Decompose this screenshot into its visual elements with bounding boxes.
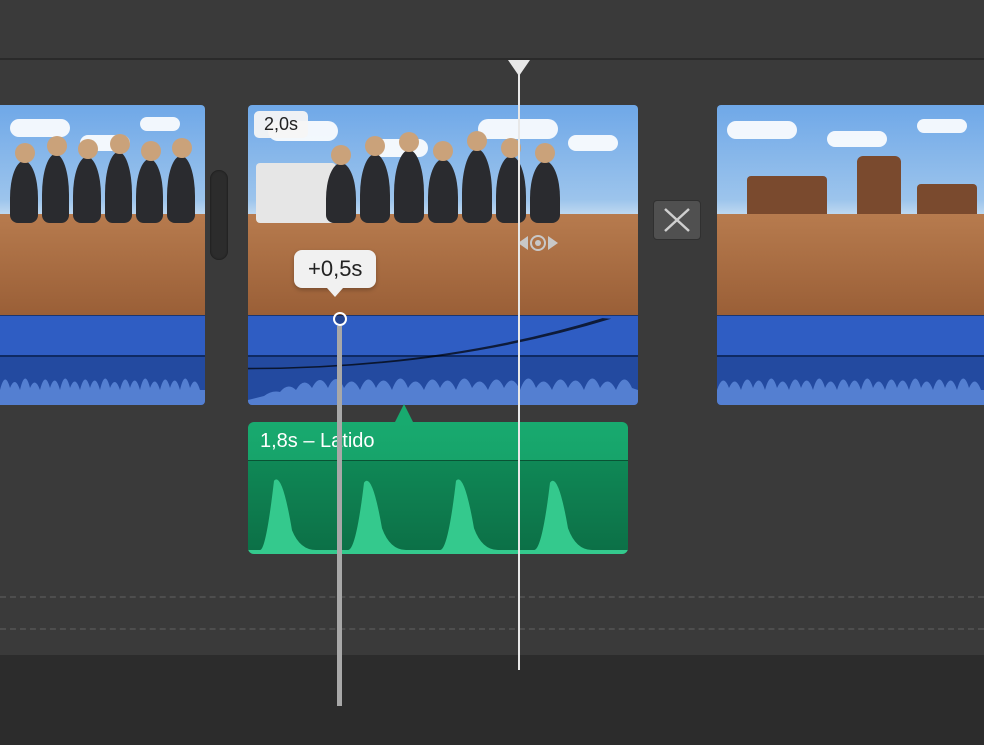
clip-audio-waveform[interactable]: [717, 315, 984, 405]
fade-duration-tooltip: +0,5s: [294, 250, 376, 288]
timeline-guide-line: [0, 596, 984, 598]
audio-clip-pin-icon[interactable]: [394, 404, 414, 424]
callout-line: [337, 326, 342, 706]
clip-duration-badge: 2,0s: [254, 111, 308, 138]
timeline-footer: [0, 655, 984, 745]
clip-audio-waveform[interactable]: [0, 315, 205, 405]
video-clip-1[interactable]: [0, 105, 205, 405]
clip-audio-waveform[interactable]: [248, 315, 638, 405]
add-keyframe-icon[interactable]: [530, 235, 546, 251]
clip-thumbnail: [0, 105, 205, 315]
next-keyframe-icon[interactable]: [548, 236, 558, 250]
keyframe-nav-control[interactable]: [518, 235, 558, 251]
transition-icon[interactable]: [653, 200, 701, 240]
audio-clip-label: 1,8s – Latido: [260, 430, 375, 453]
playhead[interactable]: [518, 60, 520, 670]
clip-thumbnail: [717, 105, 984, 315]
audio-clip-waveform[interactable]: [248, 460, 628, 554]
timeline-guide-line: [0, 628, 984, 630]
detached-audio-clip[interactable]: 1,8s – Latido: [248, 422, 628, 554]
video-clip-3[interactable]: [717, 105, 984, 405]
clip-gap-scroll-handle[interactable]: [210, 170, 228, 260]
timeline-toolbar: [0, 0, 984, 60]
fade-in-handle[interactable]: [333, 312, 347, 326]
